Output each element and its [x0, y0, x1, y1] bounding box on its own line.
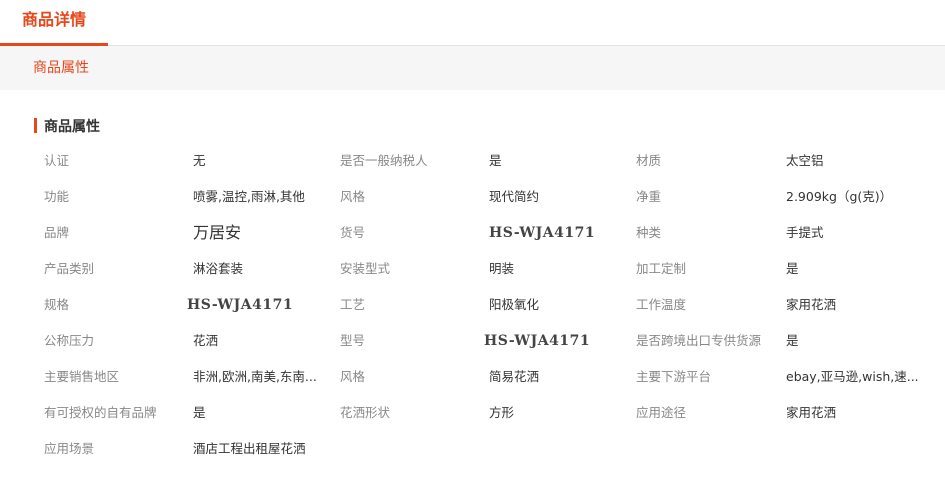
attribute-value: 明装	[489, 261, 515, 276]
attribute-row: 主要销售地区 非洲,欧洲,南美,东南... 风格 简易花洒 主要下游平台 eba…	[0, 359, 945, 395]
tab-product-details[interactable]: 商品详情	[0, 0, 108, 46]
attribute-value: 是	[786, 261, 799, 276]
attribute-label: 工艺	[340, 297, 366, 312]
section-accent-bar	[34, 118, 37, 133]
section-heading: 商品属性	[34, 117, 100, 135]
attribute-value: 是	[193, 405, 206, 420]
attribute-value: 非洲,欧洲,南美,东南...	[193, 369, 317, 384]
attribute-label: 风格	[340, 189, 366, 204]
attribute-label: 品牌	[44, 225, 70, 240]
model-value: HS-WJA4171	[484, 333, 591, 349]
item-number-value: HS-WJA4171	[489, 225, 596, 241]
subtab-product-attributes[interactable]: 商品属性	[0, 46, 945, 90]
attribute-value: 酒店工程出租屋花洒	[193, 441, 306, 456]
attribute-value: 淋浴套装	[193, 261, 244, 276]
attribute-row: 功能 喷雾,温控,雨淋,其他 风格 现代简约 净重 2.909kg（g(克)）	[0, 179, 945, 215]
attribute-label: 货号	[340, 225, 366, 240]
attribute-label: 应用场景	[44, 441, 95, 456]
attribute-row: 产品类别 淋浴套装 安装型式 明装 加工定制 是	[0, 251, 945, 287]
attribute-value: 家用花洒	[786, 405, 837, 420]
attribute-label: 是否跨境出口专供货源	[636, 333, 762, 348]
attribute-row: 公称压力 花洒 型号 HS-WJA4171 是否跨境出口专供货源 是	[0, 323, 945, 359]
attribute-value: 手提式	[786, 225, 824, 240]
attribute-label: 净重	[636, 189, 662, 204]
attribute-label: 材质	[636, 153, 662, 168]
attribute-label: 有可授权的自有品牌	[44, 405, 157, 420]
section-title: 商品属性	[44, 118, 100, 135]
attribute-label: 规格	[44, 297, 70, 312]
attribute-value: 家用花洒	[786, 297, 837, 312]
attribute-label: 风格	[340, 369, 366, 384]
attribute-value: 2.909kg（g(克)）	[786, 189, 893, 204]
attributes-table: 认证 无 是否一般纳税人 是 材质 太空铝 功能 喷雾,温控,雨淋,其他 风格 …	[0, 143, 945, 467]
attribute-label: 主要销售地区	[44, 369, 120, 384]
attribute-value: 是	[489, 153, 502, 168]
attribute-row: 应用场景 酒店工程出租屋花洒	[0, 431, 945, 467]
attribute-value: ebay,亚马逊,wish,速...	[786, 369, 919, 384]
spec-value: HS-WJA4171	[187, 297, 294, 313]
attribute-value: 是	[786, 333, 799, 348]
attribute-value: 太空铝	[786, 153, 824, 168]
attribute-label: 是否一般纳税人	[340, 153, 428, 168]
attribute-value: 方形	[489, 405, 515, 420]
attribute-row: 规格 HS-WJA4171 工艺 阳极氧化 工作温度 家用花洒	[0, 287, 945, 323]
attribute-label: 种类	[636, 225, 662, 240]
attribute-label: 应用途径	[636, 405, 687, 420]
attribute-value: 喷雾,温控,雨淋,其他	[193, 189, 305, 204]
attribute-label: 花洒形状	[340, 405, 391, 420]
tab-bar: 商品详情	[0, 0, 945, 46]
attribute-label: 工作温度	[636, 297, 687, 312]
attribute-value: 简易花洒	[489, 369, 540, 384]
attribute-value: 阳极氧化	[489, 297, 540, 312]
attribute-row: 认证 无 是否一般纳税人 是 材质 太空铝	[0, 143, 945, 179]
attribute-label: 认证	[44, 153, 70, 168]
attribute-value: 现代简约	[489, 189, 540, 204]
attribute-label: 安装型式	[340, 261, 391, 276]
attribute-label: 加工定制	[636, 261, 687, 276]
attribute-label: 型号	[340, 333, 366, 348]
attribute-label: 产品类别	[44, 261, 95, 276]
attribute-label: 功能	[44, 189, 70, 204]
brand-value: 万居安	[193, 223, 242, 242]
attribute-label: 公称压力	[44, 333, 95, 348]
attribute-row: 品牌 万居安 货号 HS-WJA4171 种类 手提式	[0, 215, 945, 251]
attribute-value: 花洒	[193, 333, 219, 348]
attribute-value: 无	[193, 153, 206, 168]
attribute-row: 有可授权的自有品牌 是 花洒形状 方形 应用途径 家用花洒	[0, 395, 945, 431]
attribute-label: 主要下游平台	[636, 369, 712, 384]
